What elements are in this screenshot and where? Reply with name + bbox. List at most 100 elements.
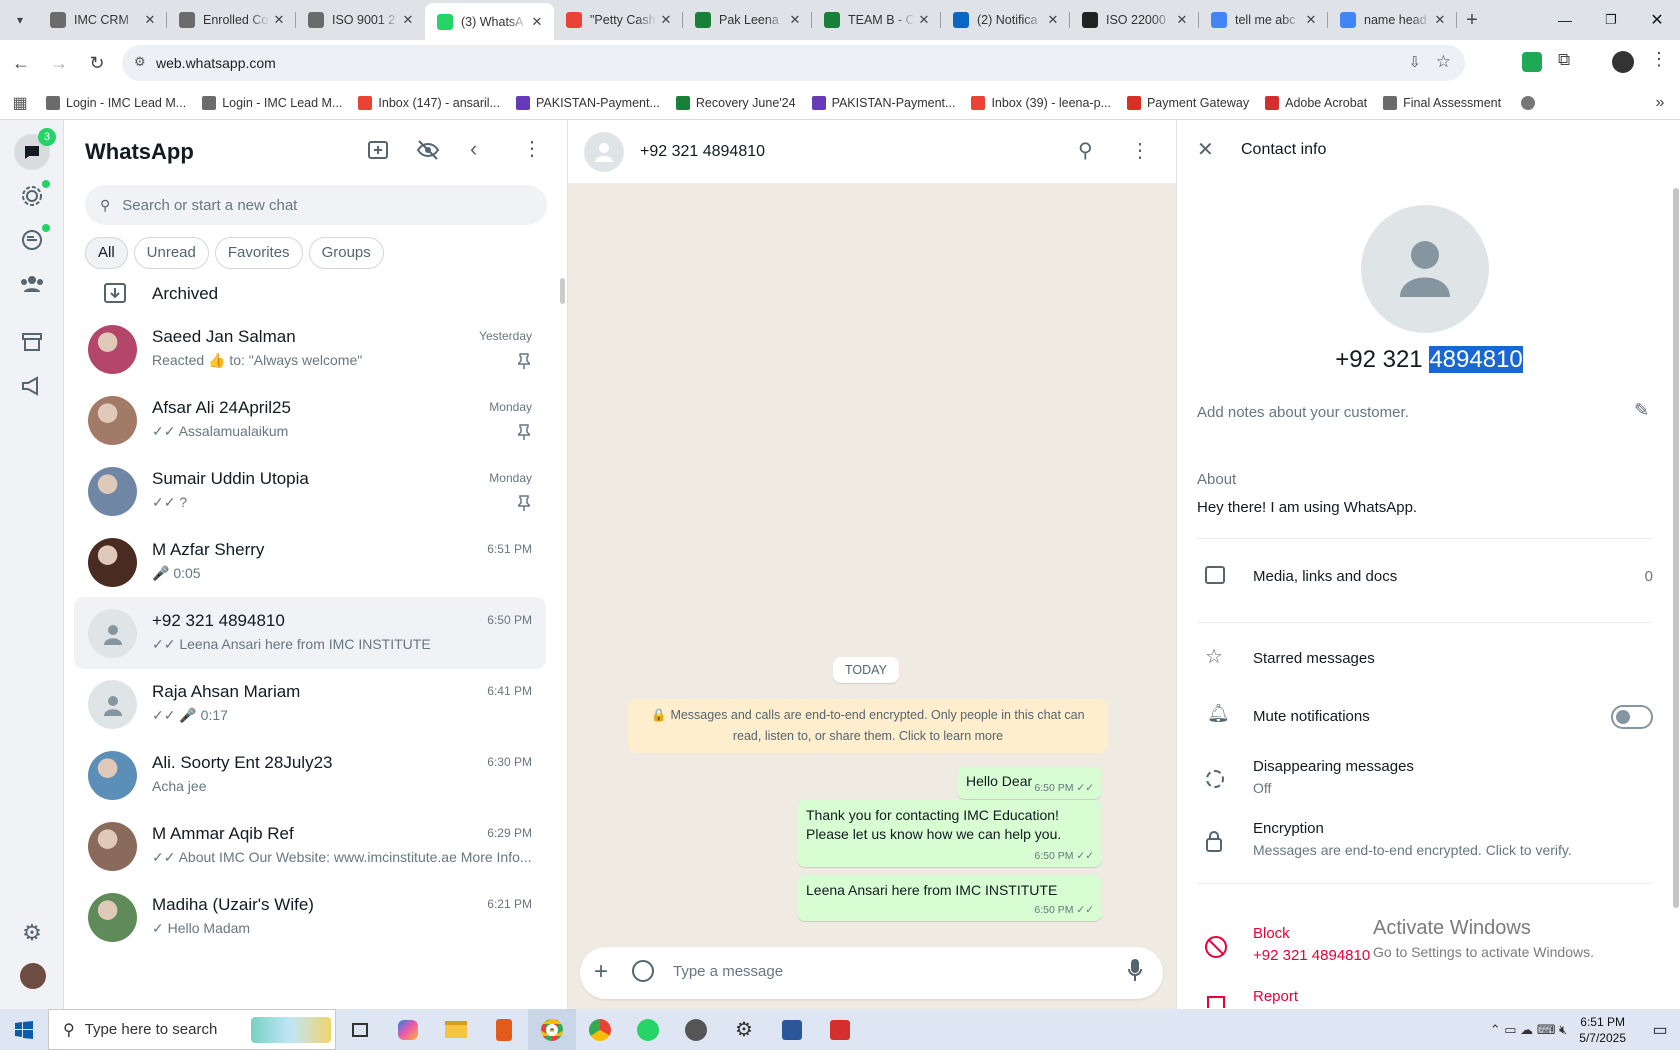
forward-arrow-icon[interactable]: →	[42, 46, 76, 80]
disappearing-messages-row[interactable]: Disappearing messages Off	[1197, 756, 1653, 806]
encryption-row[interactable]: Encryption Messages are end-to-end encry…	[1197, 818, 1653, 868]
my-profile-avatar[interactable]	[20, 963, 46, 989]
bookmark-item[interactable]: Final Assessment	[1383, 95, 1501, 110]
conversation-contact-name[interactable]: +92 321 4894810	[640, 143, 765, 161]
business-tools-nav-icon[interactable]	[18, 328, 46, 356]
tab-search-icon[interactable]: ▾	[2, 3, 38, 37]
file-explorer-icon[interactable]	[432, 1009, 480, 1050]
chat-list-item[interactable]: Sumair Uddin Utopia ✓✓ ? Monday	[74, 455, 546, 527]
message-bubble[interactable]: Thank you for contacting IMC Education! …	[797, 800, 1102, 867]
edit-pencil-icon[interactable]: ✎	[1634, 400, 1649, 421]
word-app-icon[interactable]	[768, 1009, 816, 1050]
channels-nav-icon[interactable]	[18, 224, 50, 254]
close-tab-icon[interactable]: ✕	[528, 14, 546, 30]
starred-messages-row[interactable]: ☆ Starred messages	[1197, 640, 1653, 680]
message-bubble[interactable]: Hello Dear 6:50 PM ✓✓	[957, 767, 1102, 799]
taskbar-clock[interactable]: 6:51 PM 5/7/2025	[1579, 1014, 1626, 1046]
message-bubble[interactable]: Leena Ansari here from IMC INSTITUTE 6:5…	[797, 875, 1102, 921]
bookmark-folder-icon[interactable]	[1521, 95, 1536, 110]
bookmark-item[interactable]: Inbox (147) - ansaril...	[358, 95, 500, 110]
media-links-docs-row[interactable]: Media, links and docs 0	[1197, 558, 1653, 598]
chrome-app-icon-2[interactable]	[576, 1009, 624, 1050]
back-arrow-icon[interactable]: ←	[4, 46, 38, 80]
attach-plus-icon[interactable]: +	[594, 958, 608, 986]
browser-tab[interactable]: name head ✕	[1328, 3, 1457, 37]
chat-list-item[interactable]: M Azfar Sherry 🎤 0:05 6:51 PM	[74, 526, 546, 598]
filter-chip-all[interactable]: All	[85, 237, 128, 269]
task-view-icon[interactable]	[336, 1009, 384, 1050]
close-tab-icon[interactable]: ✕	[1044, 12, 1062, 28]
bookmark-item[interactable]: Adobe Acrobat	[1265, 95, 1367, 110]
browser-tab[interactable]: ISO 22000 ✕	[1070, 3, 1199, 37]
bookmark-item[interactable]: Login - IMC Lead M...	[202, 95, 342, 110]
acrobat-app-icon[interactable]	[816, 1009, 864, 1050]
bookmark-item[interactable]: Payment Gateway	[1126, 95, 1249, 110]
chat-list-item[interactable]: Madiha (Uzair's Wife) ✓ Hello Madam 6:21 P…	[74, 881, 546, 953]
browser-tab[interactable]: (3) WhatsA ✕	[425, 3, 554, 40]
close-tab-icon[interactable]: ✕	[1302, 12, 1320, 28]
new-tab-button[interactable]: +	[1457, 3, 1487, 37]
filter-chip-groups[interactable]: Groups	[308, 237, 384, 269]
chat-list-item[interactable]: M Ammar Aqib Ref ✓✓ About IMC Our Website…	[74, 810, 546, 882]
conversation-menu-icon[interactable]: ⋮	[1130, 138, 1150, 163]
close-panel-icon[interactable]: ✕	[1197, 137, 1214, 162]
copilot-app-icon[interactable]	[384, 1009, 432, 1050]
collapse-chevron-icon[interactable]: ‹	[470, 136, 477, 162]
chat-list-item[interactable]: Raja Ahsan Mariam ✓✓ 🎤 0:17 6:41 PM	[74, 668, 546, 740]
chrome-app-icon[interactable]	[528, 1009, 576, 1050]
advertise-nav-icon[interactable]	[18, 372, 46, 400]
bookmark-item[interactable]: PAKISTAN-Payment...	[516, 95, 660, 110]
close-tab-icon[interactable]: ✕	[141, 12, 159, 28]
browser-tab[interactable]: tell me abc ✕	[1199, 3, 1328, 37]
close-tab-icon[interactable]: ✕	[399, 12, 417, 28]
message-input[interactable]: Type a message	[673, 963, 783, 980]
close-tab-icon[interactable]: ✕	[1431, 12, 1449, 28]
browser-tab[interactable]: TEAM B - C ✕	[812, 3, 941, 37]
report-contact-row[interactable]: Report	[1197, 982, 1653, 1008]
more-bookmarks-icon[interactable]: »	[1640, 94, 1680, 112]
restore-button[interactable]: ❐	[1588, 0, 1634, 40]
browser-tab[interactable]: (2) Notifica ✕	[941, 3, 1070, 37]
browser-tab[interactable]: Pak Leena ✕	[683, 3, 812, 37]
install-app-icon[interactable]: ⇩	[1408, 53, 1421, 71]
whatsapp-app-icon[interactable]	[624, 1009, 672, 1050]
filter-chip-unread[interactable]: Unread	[133, 237, 209, 269]
browser-tab[interactable]: Enrolled Co ✕	[167, 3, 296, 37]
contact-avatar[interactable]	[584, 132, 624, 172]
search-input[interactable]: ⚲ Search or start a new chat	[85, 185, 547, 225]
close-window-button[interactable]: ✕	[1634, 0, 1680, 40]
close-tab-icon[interactable]: ✕	[915, 12, 933, 28]
apps-grid-icon[interactable]: ▦	[0, 93, 40, 113]
encryption-notice[interactable]: 🔒 Messages and calls are end-to-end encr…	[628, 699, 1108, 753]
microphone-icon[interactable]	[1128, 959, 1142, 986]
taskbar-search-box[interactable]: ⚲ Type here to search	[48, 1009, 336, 1050]
chat-list-item[interactable]: Ali. Soorty Ent 28July23 Acha jee 6:30 PM	[74, 739, 546, 811]
close-tab-icon[interactable]: ✕	[786, 12, 804, 28]
system-tray-icons[interactable]: ⌃ ▭ ☁ ⌨ 🔇︎	[1490, 1022, 1568, 1038]
chat-list-scrollbar[interactable]	[560, 278, 565, 304]
chats-nav-icon[interactable]: 3	[14, 128, 56, 170]
settings-gear-icon[interactable]: ⚙	[18, 919, 46, 947]
address-bar[interactable]: ⚙ web.whatsapp.com ⇩ ☆	[122, 45, 1465, 81]
customer-notes-field[interactable]: Add notes about your customer.	[1197, 404, 1409, 421]
hidden-eye-icon[interactable]	[416, 140, 440, 165]
browser-tab[interactable]: "Petty Cash ✕	[554, 3, 683, 37]
profile-avatar[interactable]	[1612, 51, 1634, 73]
extensions-puzzle-icon[interactable]: ⧉	[1558, 50, 1570, 70]
info-scrollbar[interactable]	[1673, 188, 1679, 908]
browser-tab[interactable]: IMC CRM ✕	[38, 3, 167, 37]
whatsapp-extension-icon[interactable]	[1522, 52, 1542, 72]
mute-toggle[interactable]	[1611, 705, 1653, 729]
app-icon-gear[interactable]: ⚙	[720, 1009, 768, 1050]
close-tab-icon[interactable]: ✕	[270, 12, 288, 28]
mute-notifications-row[interactable]: 🔔︎ Mute notifications	[1197, 697, 1653, 737]
minimize-button[interactable]: —	[1542, 0, 1588, 40]
app-icon-orange[interactable]	[480, 1009, 528, 1050]
bookmark-item[interactable]: Login - IMC Lead M...	[46, 95, 186, 110]
conversation-search-icon[interactable]: ⚲	[1078, 138, 1093, 163]
chat-list-item[interactable]: Afsar Ali 24April25 ✓✓ Assalamualaikum Mon…	[74, 384, 546, 456]
browser-menu-icon[interactable]: ⋮	[1650, 49, 1668, 70]
bookmark-item[interactable]: Inbox (39) - leena-p...	[971, 95, 1111, 110]
windows-start-icon[interactable]	[0, 1009, 48, 1050]
browser-tab[interactable]: ISO 9001 2 ✕	[296, 3, 425, 37]
